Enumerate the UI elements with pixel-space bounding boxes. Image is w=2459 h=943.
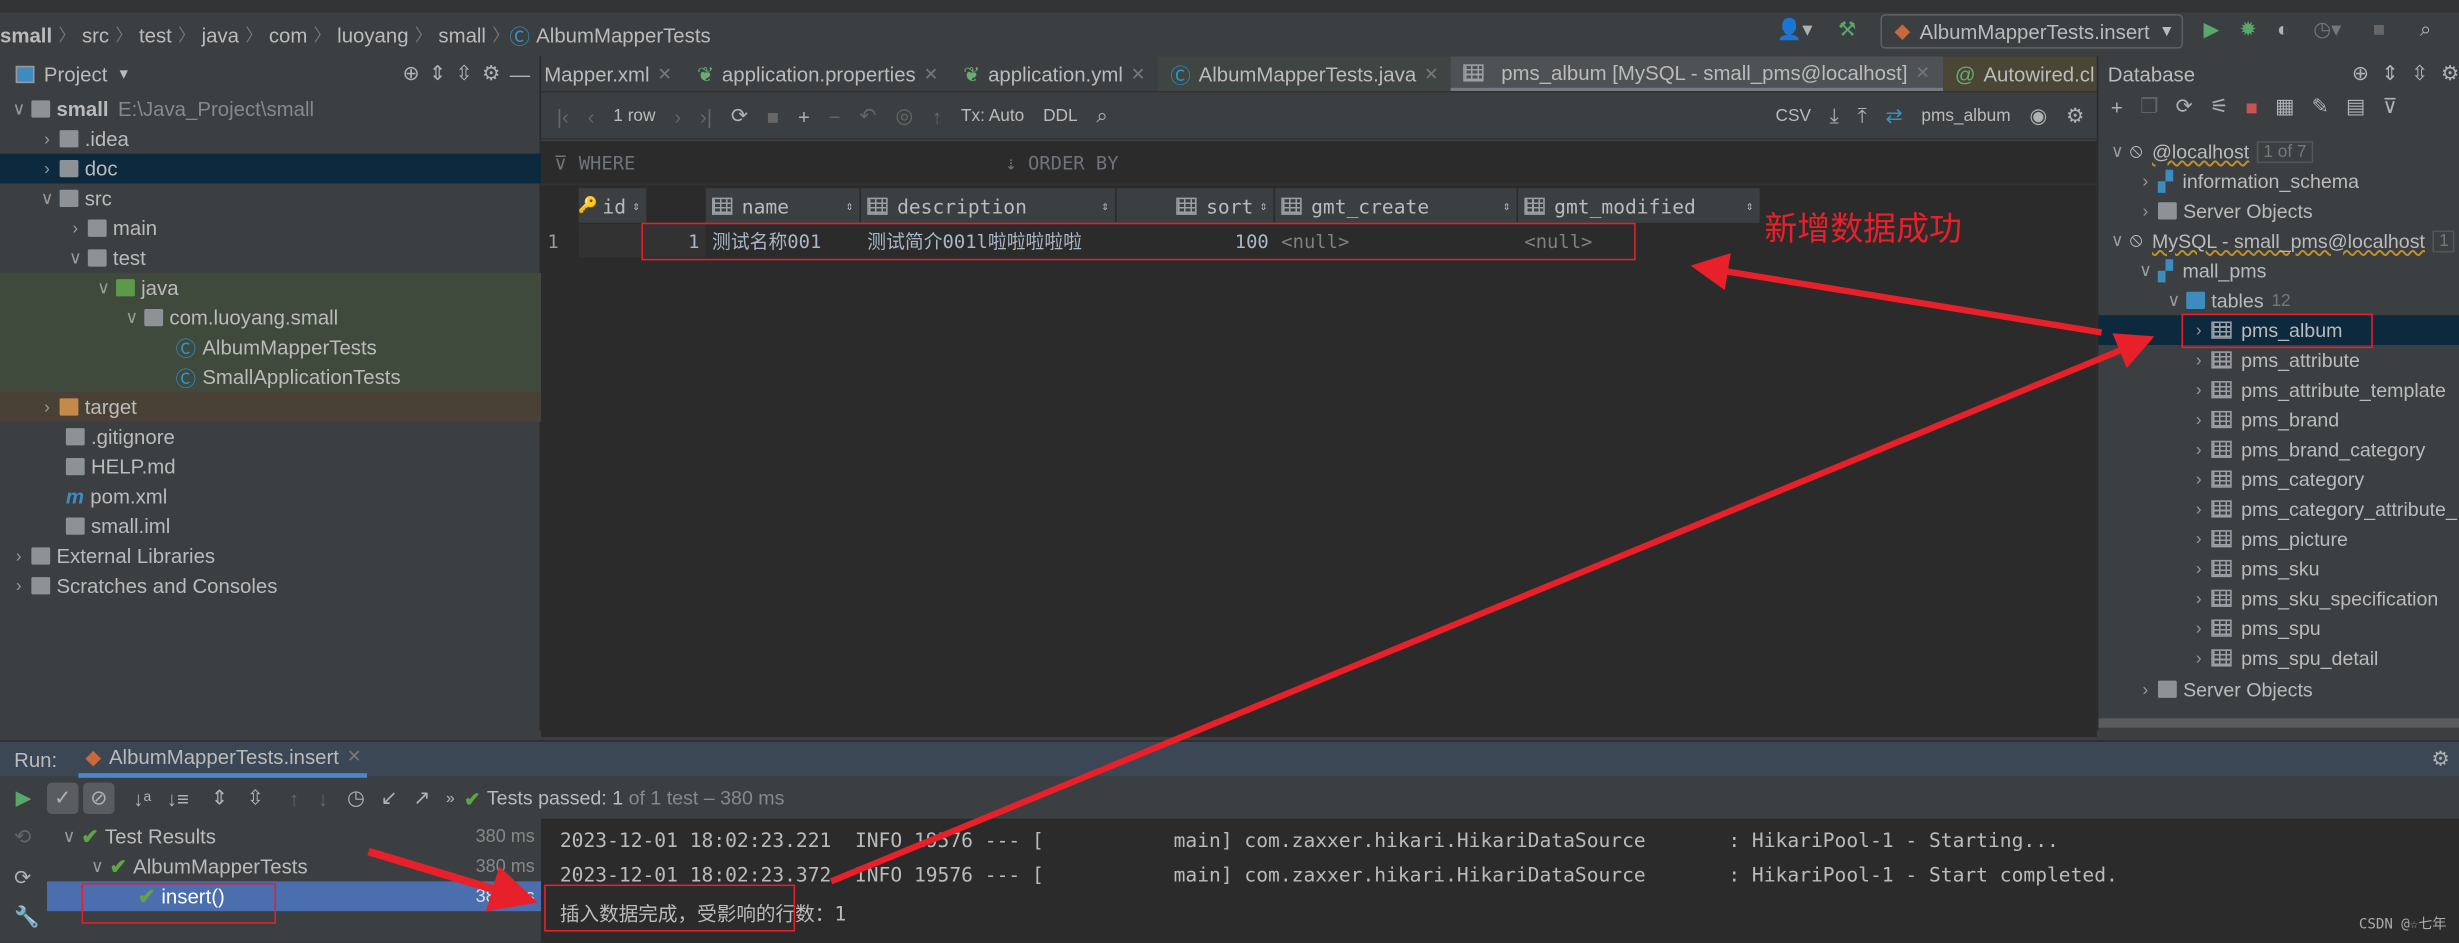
ide-window: small 〉 src 〉 test 〉 java 〉 com 〉 luoyang 〉 sm…	[0, 0, 2459, 943]
arrow-to-console	[367, 847, 538, 912]
arrow-to-row	[1690, 253, 2103, 336]
arrow-to-table	[830, 333, 2155, 885]
annotation-arrows	[367, 253, 2155, 912]
